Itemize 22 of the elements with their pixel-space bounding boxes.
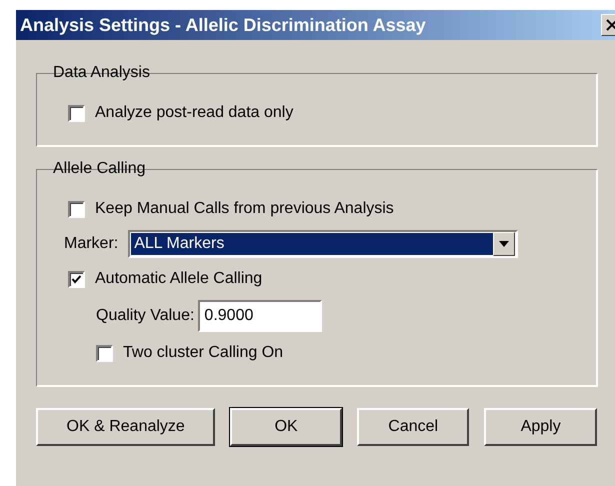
checkbox-label[interactable]: Automatic Allele Calling (95, 270, 262, 288)
checkbox[interactable] (68, 200, 85, 218)
marker-dropdown[interactable]: ALL Markers (128, 230, 518, 258)
checkbox-label[interactable]: Keep Manual Calls from previous Analysis (95, 200, 394, 218)
checkmark-icon (71, 274, 82, 284)
dialog-button[interactable]: OK (230, 408, 342, 446)
group-title: Allele Calling (52, 160, 146, 178)
dialog-button[interactable]: OK & Reanalyze (36, 408, 216, 446)
close-icon (606, 19, 615, 31)
input-field[interactable]: 0.9000 (198, 300, 322, 332)
checkbox[interactable] (68, 104, 85, 122)
caret-icon (499, 241, 510, 247)
field-label: Marker: (64, 235, 118, 253)
checkbox[interactable] (96, 344, 113, 362)
group-title: Data Analysis (52, 64, 151, 82)
dialog-button[interactable]: Cancel (356, 408, 470, 446)
checkbox-label[interactable]: Two cluster Calling On (123, 344, 284, 362)
dialog-button[interactable]: Apply (484, 408, 597, 446)
field-label: Quality Value: (96, 307, 194, 325)
checkbox-label[interactable]: Analyze post-read data only (95, 104, 294, 122)
window-title: Analysis Settings - Allelic Discrimination Assay (20, 14, 426, 36)
checkbox[interactable] (68, 270, 85, 288)
